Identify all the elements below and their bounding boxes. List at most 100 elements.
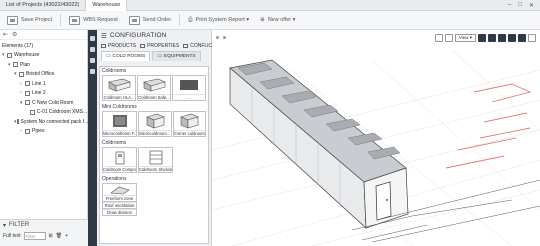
tab-properties[interactable]: PROPERTIES: [140, 43, 179, 49]
tree-node-warehouse[interactable]: ▾ Warehouse: [0, 51, 87, 61]
equipment-icon: ▭: [157, 54, 162, 59]
filter-input[interactable]: Filter: [23, 232, 46, 240]
tree-node-bristol-office[interactable]: ▾ Bristol Office: [0, 70, 87, 80]
category-label: Coldrooms: [102, 68, 127, 74]
top-view-icon[interactable]: [478, 34, 486, 42]
tab-warehouse[interactable]: Warehouse: [86, 0, 128, 11]
settings-strip-icon[interactable]: [90, 69, 95, 74]
front-view-icon[interactable]: [488, 34, 496, 42]
products-strip-icon[interactable]: [90, 36, 95, 41]
close-button[interactable]: ✕: [529, 2, 534, 9]
subtab-equipments[interactable]: ▭ EQUIPMENTS: [152, 51, 201, 61]
tools-strip-icon[interactable]: [90, 58, 95, 63]
tree-node-coldroom-xms[interactable]: C-01 Coldroom XMS...: [0, 108, 87, 118]
maximize-button[interactable]: □: [518, 2, 522, 9]
tree-node-new-cold-room[interactable]: ▾ C New Cold Room: [0, 98, 87, 108]
product-tile[interactable]: Coldroom Shelvings: [138, 147, 173, 173]
main-toolbar: Save Project WBS Request Send Order ⎙ Pr…: [0, 11, 540, 30]
subtab-label: COLD ROOMS: [112, 54, 146, 59]
rotate-icon[interactable]: [444, 34, 453, 42]
tree-node-line-2[interactable]: › Line 2: [0, 89, 87, 99]
print-report-label: Print System Report ▾: [195, 17, 250, 23]
delete-icon[interactable]: 🗑: [56, 233, 62, 239]
product-caption: Microcoldroom...: [139, 130, 171, 136]
tree-node-system[interactable]: ▾ System No connected pack f...: [0, 117, 88, 127]
category-label: Mini Coldrooms: [102, 104, 137, 110]
operation-caption: Draw division: [103, 209, 136, 215]
operation-tile[interactable]: Roof orientation: [102, 202, 137, 209]
layers-strip-icon[interactable]: [90, 47, 95, 52]
new-offer-button[interactable]: ⊕ New offer ▾: [257, 17, 298, 23]
tree-node-label: Pipes: [32, 128, 45, 135]
wbs-request-button[interactable]: WBS Request: [66, 15, 121, 25]
tree-node-plan[interactable]: ▾ Plan: [0, 60, 87, 70]
coldroom-thumbnail: [143, 78, 166, 92]
tree-node-label: Plan: [20, 61, 31, 68]
tab-products[interactable]: PRODUCTS: [101, 43, 136, 49]
product-tile[interactable]: Coldroom Components: [102, 147, 137, 173]
settings-icon[interactable]: ⚙: [12, 31, 17, 38]
viewport-toolbar: View ▾: [434, 34, 536, 42]
filter-options-icon[interactable]: ⊞: [49, 233, 53, 239]
subtab-cold-rooms[interactable]: ▭ COLD ROOMS: [101, 51, 151, 61]
line-icon: [25, 90, 30, 96]
coldroom-icon: [30, 109, 35, 115]
side-view-icon[interactable]: [498, 34, 506, 42]
collapse-icon[interactable]: ⇤: [3, 31, 8, 38]
category-coldroom-components: Coldrooms Coldroom Components Coldroom S…: [100, 139, 208, 175]
tree-node-line-1[interactable]: › Line 1: [0, 79, 87, 89]
print-report-button[interactable]: ⎙ Print System Report ▾: [185, 17, 252, 24]
tab-label: List of Projects (43022/43022): [6, 2, 80, 8]
chevron-down-icon: ▾: [3, 222, 7, 229]
coldroom-3d-model: [212, 49, 540, 246]
system-icon: [16, 119, 19, 125]
operation-caption: Roof orientation: [103, 202, 136, 208]
request-icon: [69, 15, 81, 25]
panel-menu-icon[interactable]: ☰: [101, 32, 107, 40]
new-offer-label: New offer ▾: [267, 17, 296, 23]
product-caption: Microcoldroom F...: [103, 130, 136, 136]
send-icon: [128, 15, 140, 25]
layers-icon[interactable]: [518, 34, 526, 42]
tree-node-label: Bristol Office: [26, 71, 55, 78]
tree-node-pipes[interactable]: › Pipes: [0, 127, 87, 137]
save-project-button[interactable]: Save Project: [4, 15, 55, 25]
offer-icon: ⊕: [260, 17, 265, 23]
floor-markings: [445, 83, 532, 169]
tree-node-elements[interactable]: Elements (17): [0, 41, 87, 51]
minimize-button[interactable]: –: [508, 2, 511, 9]
send-order-button[interactable]: Send Order: [126, 15, 174, 25]
print-icon: ⎙: [188, 16, 193, 23]
iso-view-icon[interactable]: [508, 34, 516, 42]
product-tile[interactable]: ...: [172, 75, 206, 101]
3d-viewport[interactable]: View ▾: [212, 30, 540, 246]
coldroom-icon: ▭: [106, 54, 111, 59]
product-caption: Corner coldroom: [173, 130, 205, 136]
operation-caption: Freeform zone: [103, 195, 136, 201]
toolbar-divider: [179, 14, 181, 26]
product-tile[interactable]: Microcoldroom...: [138, 111, 172, 137]
operation-tile[interactable]: Draw division: [102, 209, 137, 216]
configuration-tabs: PRODUCTS PROPERTIES CONFLICTS: [97, 41, 219, 51]
fulltext-label: Full text: [3, 233, 21, 239]
tab-list-of-projects[interactable]: List of Projects (43022/43022): [0, 0, 87, 11]
tree-node-label: C New Cold Room: [32, 99, 74, 106]
product-catalog: Coldrooms Coldroom HLA... Coldroom Safe.…: [99, 66, 209, 244]
filter-header[interactable]: ▾ FILTER: [0, 220, 88, 230]
product-tile[interactable]: Corner coldroom: [172, 111, 206, 137]
product-tile[interactable]: Coldroom Safe...: [137, 75, 171, 101]
add-icon[interactable]: +: [65, 233, 68, 239]
product-tile[interactable]: Coldroom HLA...: [102, 75, 136, 101]
operation-tile[interactable]: Freeform zone: [102, 183, 137, 202]
view-select[interactable]: View ▾: [454, 34, 476, 42]
coldroom-door: [375, 181, 392, 221]
product-caption: Coldroom Safe...: [138, 94, 170, 100]
product-caption: Coldroom Components: [103, 166, 136, 172]
zoom-icon[interactable]: [434, 34, 443, 42]
corner-coldroom-thumbnail: [180, 113, 200, 129]
window-titlebar: List of Projects (43022/43022) Warehouse…: [0, 0, 540, 11]
toolbar-divider: [60, 14, 62, 26]
category-label: Coldrooms: [102, 140, 127, 146]
more-options-icon[interactable]: [528, 34, 536, 42]
product-tile[interactable]: Microcoldroom F...: [102, 111, 137, 137]
